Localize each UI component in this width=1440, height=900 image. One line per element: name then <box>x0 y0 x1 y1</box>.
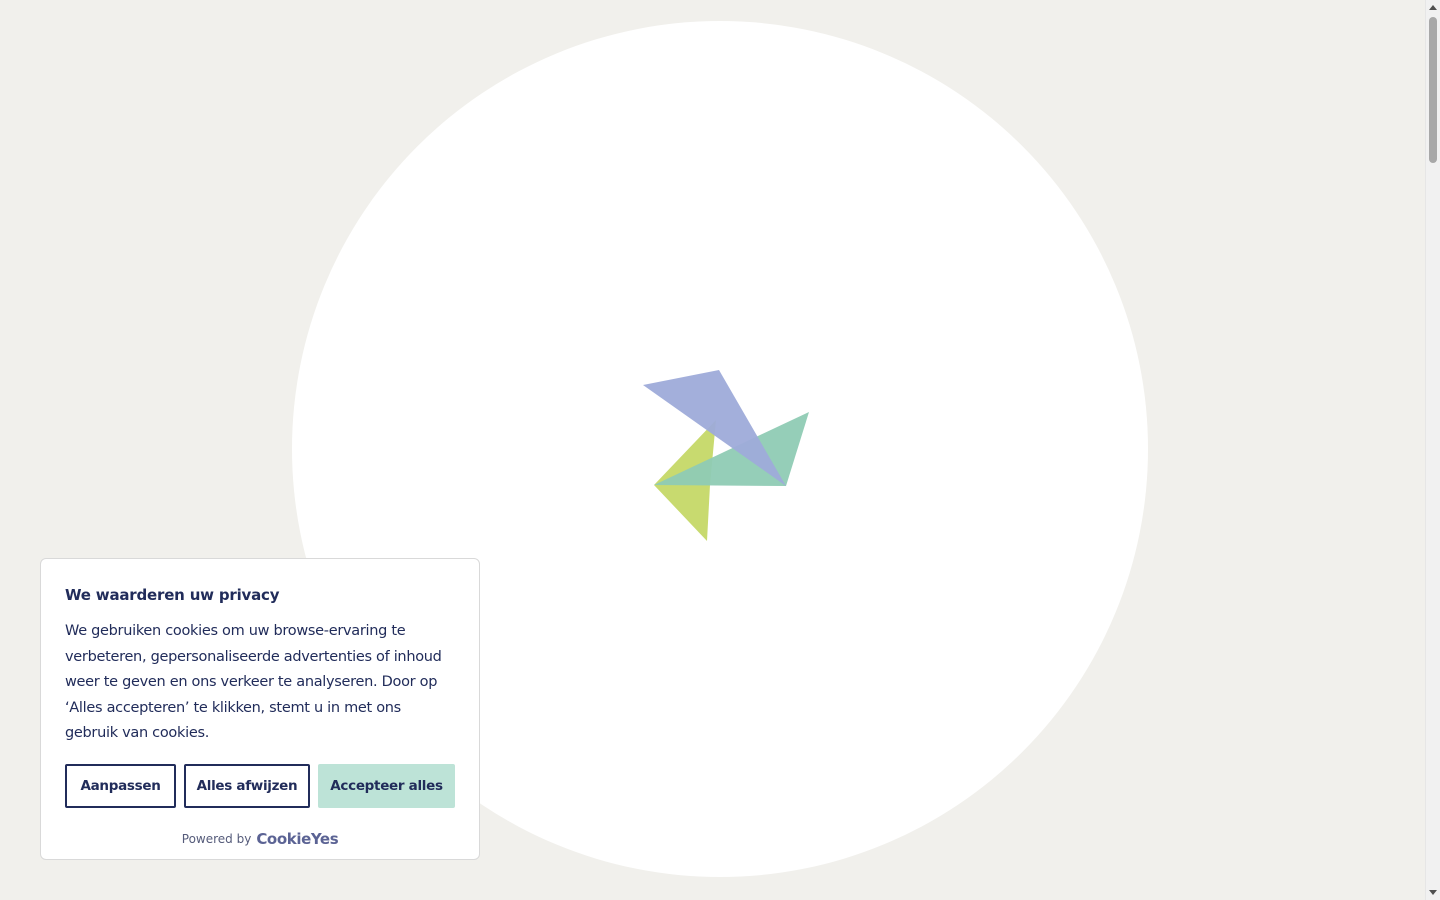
scrollbar-thumb[interactable] <box>1429 17 1437 163</box>
cookie-button-group: Aanpassen Alles afwijzen Accepteer alles <box>65 763 455 808</box>
accept-all-button[interactable]: Accepteer alles <box>318 763 455 808</box>
scroll-down-arrow-icon[interactable] <box>1429 890 1437 895</box>
vertical-scrollbar[interactable] <box>1425 0 1440 900</box>
cookieyes-logo: CookieYes <box>256 829 339 848</box>
cookie-banner-description: We gebruiken cookies om uw browse-ervari… <box>65 623 442 741</box>
scroll-up-arrow-icon[interactable] <box>1429 5 1437 10</box>
customize-button[interactable]: Aanpassen <box>65 763 176 808</box>
cookie-consent-banner: We waarderen uw privacy We gebruiken coo… <box>40 558 480 860</box>
cookie-banner-title: We waarderen uw privacy <box>65 586 280 604</box>
powered-by-label: Powered by <box>181 831 252 846</box>
reject-all-button[interactable]: Alles afwijzen <box>184 763 310 808</box>
powered-by-link[interactable]: Powered by CookieYes <box>65 830 455 848</box>
page-background: We waarderen uw privacy We gebruiken coo… <box>0 0 1425 900</box>
pinwheel-logo-icon <box>643 370 809 541</box>
